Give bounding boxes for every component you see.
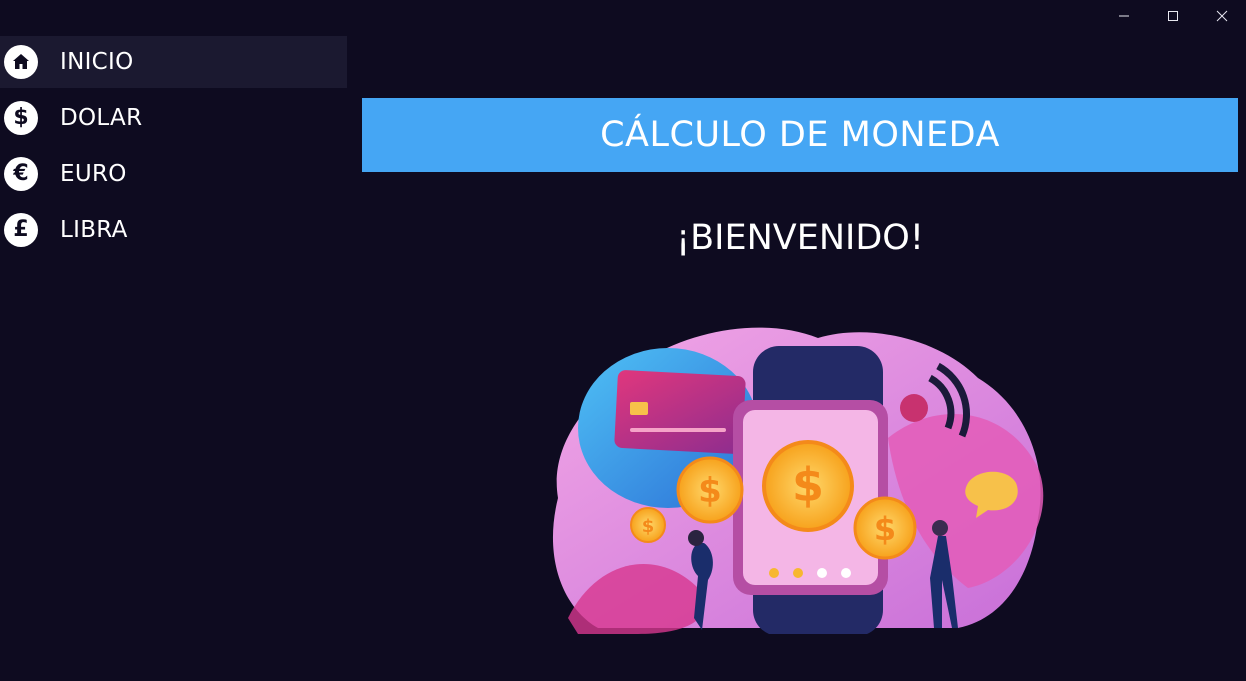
svg-text:$: $ xyxy=(792,458,824,512)
app-window: INICIO $ DOLAR € EURO £ LIBRA CÁLCULO DE… xyxy=(0,0,1246,681)
close-button[interactable] xyxy=(1197,0,1246,32)
welcome-text: ¡BIENVENIDO! xyxy=(676,218,924,258)
minimize-icon xyxy=(1118,15,1129,17)
sidebar-item-euro[interactable]: € EURO xyxy=(0,148,347,200)
svg-text:$: $ xyxy=(698,471,722,511)
sidebar-item-label: DOLAR xyxy=(60,105,143,131)
money-illustration: $ $ $ $ xyxy=(538,318,1060,636)
page-title: CÁLCULO DE MONEDA xyxy=(600,115,1000,155)
sidebar: INICIO $ DOLAR € EURO £ LIBRA xyxy=(0,36,347,260)
window-controls xyxy=(1099,0,1246,32)
maximize-button[interactable] xyxy=(1148,0,1197,32)
sidebar-item-label: LIBRA xyxy=(60,217,128,243)
home-icon xyxy=(4,45,38,79)
pound-icon: £ xyxy=(4,213,38,247)
svg-text:$: $ xyxy=(642,516,655,537)
sidebar-item-dolar[interactable]: $ DOLAR xyxy=(0,92,347,144)
euro-icon: € xyxy=(4,157,38,191)
page-title-banner: CÁLCULO DE MONEDA xyxy=(362,98,1238,172)
sidebar-item-label: EURO xyxy=(60,161,127,187)
sidebar-item-inicio[interactable]: INICIO xyxy=(0,36,347,88)
sidebar-item-libra[interactable]: £ LIBRA xyxy=(0,204,347,256)
dollar-icon: $ xyxy=(4,101,38,135)
close-icon xyxy=(1216,10,1227,22)
sidebar-item-label: INICIO xyxy=(60,49,134,75)
svg-text:$: $ xyxy=(874,510,896,548)
minimize-button[interactable] xyxy=(1099,0,1148,32)
maximize-icon xyxy=(1167,11,1178,21)
